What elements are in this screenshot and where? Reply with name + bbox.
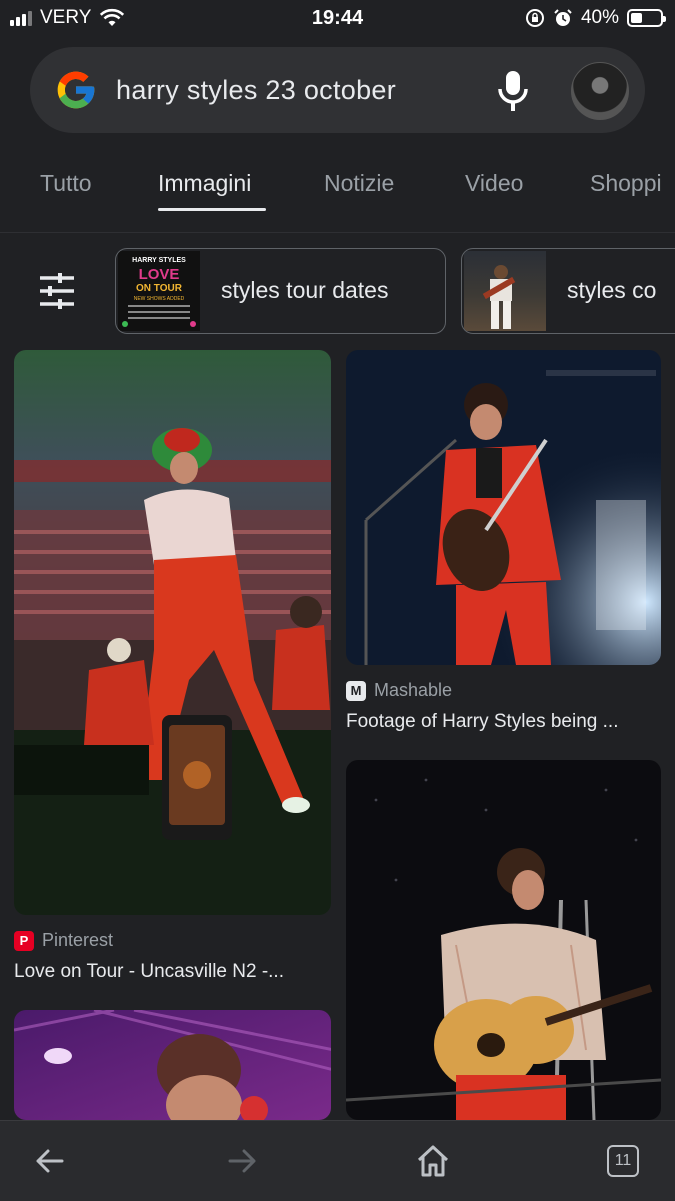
- result-image-guitar[interactable]: [346, 760, 661, 1120]
- result-source[interactable]: P Pinterest: [14, 930, 113, 951]
- search-tabs: Tutto Immagini Notizie Video Shoppi: [0, 150, 675, 220]
- result-image-mashable[interactable]: [346, 350, 661, 665]
- google-logo-icon[interactable]: [54, 68, 98, 112]
- tab-shopping[interactable]: Shoppi: [590, 170, 662, 197]
- chip-label: styles co: [567, 277, 657, 303]
- tour-poster-thumbnail: HARRY STYLES LOVE ON TOUR NEW SHOWS ADDE…: [118, 251, 200, 331]
- concert-photo-guitar: [346, 760, 661, 1120]
- chip-styles-concert[interactable]: styles co: [461, 248, 675, 334]
- alarm-icon: [554, 9, 572, 26]
- tune-filter-icon[interactable]: [38, 273, 76, 309]
- status-bar: VERY 19:44 40%: [0, 0, 675, 38]
- bottom-navigation: 11: [0, 1120, 675, 1201]
- tabs-divider: [0, 232, 675, 233]
- poster-line-2: LOVE: [138, 266, 180, 283]
- tab-notizie[interactable]: Notizie: [324, 170, 394, 197]
- result-image-pinterest[interactable]: [14, 350, 331, 915]
- account-avatar[interactable]: [571, 62, 629, 120]
- search-bar[interactable]: harry styles 23 october: [30, 47, 645, 133]
- concert-photo-red-suit: [346, 350, 661, 665]
- poster-line-3: ON TOUR: [136, 283, 182, 294]
- chip-label: styles tour dates: [221, 277, 389, 303]
- concert-photo-red-outfit: [14, 350, 331, 915]
- back-arrow-icon[interactable]: [32, 1143, 68, 1179]
- pinterest-icon: P: [14, 930, 34, 951]
- source-label: Pinterest: [42, 930, 114, 950]
- status-right: 40%: [525, 7, 666, 29]
- rotation-lock-icon: [525, 9, 544, 27]
- battery-icon: [627, 9, 666, 27]
- concert-photo-purple: [14, 1010, 331, 1120]
- tab-immagini[interactable]: Immagini: [158, 170, 251, 197]
- tab-tutto[interactable]: Tutto: [40, 170, 92, 197]
- tab-switcher-button[interactable]: 11: [607, 1145, 639, 1177]
- result-title[interactable]: Love on Tour - Uncasville N2 -...: [14, 961, 284, 983]
- poster-line-1: HARRY STYLES: [132, 257, 186, 264]
- result-image-partial[interactable]: [14, 1010, 331, 1120]
- search-input[interactable]: harry styles 23 october: [116, 75, 396, 106]
- forward-arrow-icon[interactable]: [224, 1143, 260, 1179]
- home-icon[interactable]: [415, 1143, 451, 1179]
- active-tab-indicator: [158, 208, 266, 211]
- mashable-icon: M: [346, 680, 366, 701]
- microphone-icon[interactable]: [492, 69, 534, 113]
- poster-line-4: NEW SHOWS ADDED: [133, 296, 185, 302]
- result-source[interactable]: M Mashable: [346, 680, 452, 701]
- chip-styles-tour-dates[interactable]: HARRY STYLES LOVE ON TOUR NEW SHOWS ADDE…: [115, 248, 446, 334]
- concert-thumbnail: [464, 251, 546, 331]
- tab-video[interactable]: Video: [465, 170, 523, 197]
- battery-percent: 40%: [580, 7, 619, 28]
- result-title[interactable]: Footage of Harry Styles being ...: [346, 711, 618, 733]
- source-label: Mashable: [374, 680, 453, 700]
